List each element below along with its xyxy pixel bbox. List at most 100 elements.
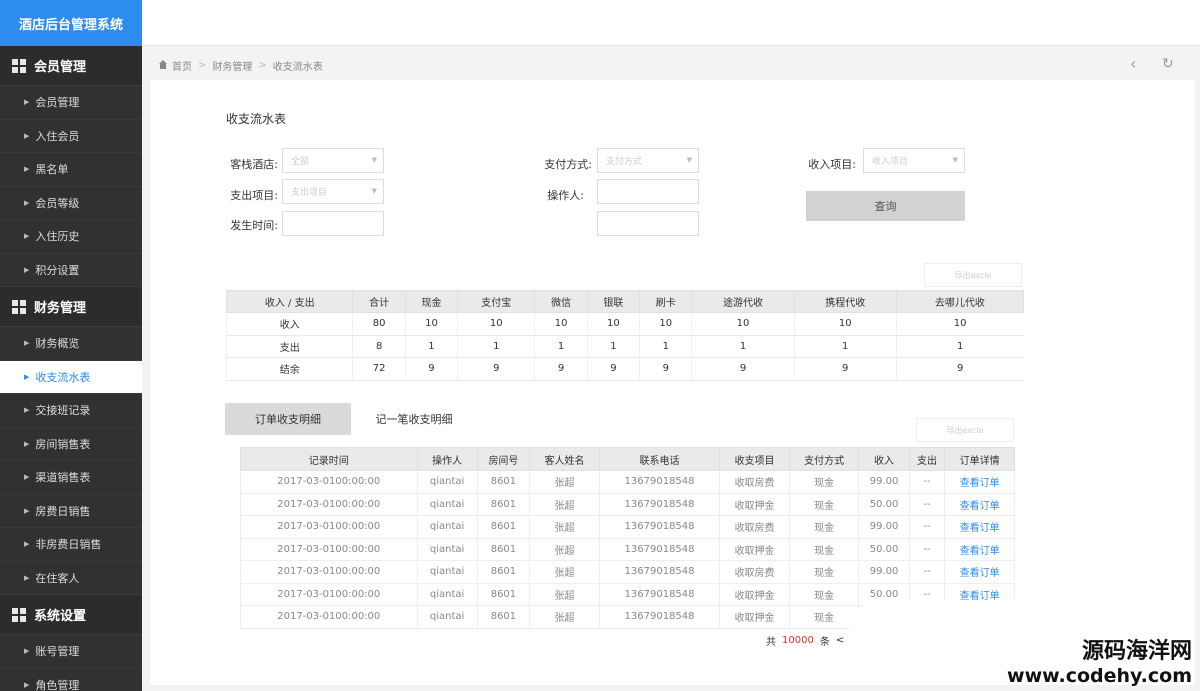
sidebar-group-1[interactable]: 财务管理	[0, 287, 142, 327]
table-cell: qiantai	[416, 537, 478, 561]
sidebar-item[interactable]: ▶ 非房费日销售	[0, 528, 142, 562]
tab-order-detail[interactable]: 订单收支明细	[225, 403, 351, 435]
operator-input[interactable]	[597, 179, 699, 204]
sidebar-item[interactable]: ▶ 账号管理	[0, 635, 142, 669]
breadcrumb-home[interactable]: 首页	[172, 58, 192, 73]
column-header: 记录时间	[240, 447, 418, 471]
home-icon	[158, 60, 168, 70]
pay-method-select[interactable]: 支付方式 ▼	[597, 148, 699, 173]
sidebar-item-label: 非房费日销售	[35, 538, 102, 552]
export-summary-button[interactable]: 导出excle	[924, 263, 1022, 287]
column-header: 途游代收	[691, 290, 795, 313]
sidebar-item[interactable]: ▶ 角色管理	[0, 669, 142, 691]
caret-right-icon: ▶	[24, 198, 30, 207]
table-cell: 2017-03-0100:00:00	[240, 515, 418, 539]
breadcrumb-finance[interactable]: 财务管理	[212, 58, 252, 73]
sidebar-item[interactable]: ▶ 会员管理	[0, 86, 142, 120]
sidebar-item[interactable]: ▶ 入住会员	[0, 120, 142, 153]
view-order-link[interactable]: 查看订单	[944, 515, 1015, 539]
table-cell: 10	[639, 312, 692, 336]
watermark-line-2: www.codehy.com	[1007, 665, 1192, 687]
table-cell: 13679018548	[598, 537, 721, 561]
tab-manual-entry[interactable]: 记一笔收支明细	[351, 403, 477, 435]
sidebar-group-2[interactable]: 系统设置	[0, 595, 142, 635]
caret-right-icon: ▶	[24, 232, 30, 241]
table-cell: qiantai	[416, 515, 478, 539]
column-header: 支付宝	[457, 290, 536, 313]
sidebar-item-label: 入住历史	[35, 230, 80, 244]
table-cell: 9	[639, 357, 692, 381]
table-cell: 13679018548	[598, 492, 721, 516]
chevron-down-icon: ▼	[952, 156, 958, 164]
chevron-down-icon: ▼	[686, 156, 692, 164]
query-button[interactable]: 查询	[806, 191, 965, 221]
table-row: 2017-03-0100:00:00 qiantai 8601 张超 136790185…	[240, 560, 1015, 584]
sidebar-item[interactable]: ▶ 积分设置	[0, 254, 142, 287]
breadcrumb-separator: >	[198, 59, 207, 71]
table-cell: 张超	[529, 515, 600, 539]
table-cell: 13679018548	[598, 605, 721, 629]
sidebar-item[interactable]: ▶ 财务概览	[0, 327, 142, 361]
sidebar-item[interactable]: ▶ 会员等级	[0, 187, 142, 220]
table-cell: 2017-03-0100:00:00	[240, 560, 418, 584]
sidebar-item-label: 黑名单	[35, 163, 69, 177]
sidebar-item[interactable]: ▶ 渠道销售表	[0, 461, 142, 495]
table-cell: 张超	[529, 582, 600, 606]
table-cell: 1	[895, 335, 1024, 358]
table-cell: 8601	[476, 492, 531, 516]
view-order-link[interactable]: 查看订单	[944, 470, 1015, 494]
sidebar-group-0[interactable]: 会员管理	[0, 46, 142, 86]
sidebar-item[interactable]: ▶ 黑名单	[0, 153, 142, 187]
sidebar-item-label: 角色管理	[35, 678, 80, 691]
extra-input[interactable]	[597, 211, 699, 236]
table-cell: 9	[793, 357, 897, 381]
table-cell: 10	[534, 312, 588, 336]
refresh-icon[interactable]: ↻	[1162, 56, 1174, 72]
top-bar: 酒店后台管理系统	[0, 0, 1200, 46]
table-cell: --	[908, 515, 946, 539]
view-order-link[interactable]: 查看订单	[944, 492, 1015, 516]
table-cell: 1	[793, 335, 897, 358]
column-header: 收入	[858, 447, 910, 471]
table-cell: 张超	[529, 605, 600, 629]
income-item-select[interactable]: 收入项目 ▼	[863, 148, 965, 173]
table-cell: 收取房费	[719, 470, 790, 494]
app-logo[interactable]: 酒店后台管理系统	[0, 0, 142, 46]
table-cell: 8601	[476, 470, 531, 494]
table-cell: 收取押金	[719, 492, 790, 516]
export-detail-button[interactable]: 导出excle	[916, 418, 1014, 442]
expense-item-select[interactable]: 支出项目 ▼	[282, 179, 384, 204]
column-header: 联系电话	[598, 447, 721, 471]
caret-right-icon: ▶	[24, 131, 30, 140]
table-cell: 1	[691, 335, 795, 358]
table-cell: 10	[691, 312, 795, 336]
hotel-select[interactable]: 全部 ▼	[282, 148, 384, 173]
table-cell: 9	[404, 357, 458, 381]
table-cell: 现金	[788, 470, 860, 494]
view-order-link[interactable]: 查看订单	[944, 537, 1015, 561]
table-cell: 现金	[788, 560, 860, 584]
view-order-link[interactable]: 查看订单	[944, 560, 1015, 584]
sidebar-item[interactable]: ▶ 交接班记录	[0, 394, 142, 428]
column-header: 收支项目	[719, 447, 790, 471]
table-cell: 9	[457, 357, 535, 381]
table-row: 结余 72 9 9 9 9 9 9 9 9	[225, 357, 1024, 381]
sidebar-item[interactable]: ▶ 房费日销售	[0, 495, 142, 528]
sidebar-item[interactable]: ▶ 入住历史	[0, 220, 142, 254]
sidebar-item[interactable]: ▶ 在住客人	[0, 562, 142, 595]
back-icon[interactable]: ‹	[1130, 54, 1136, 73]
column-header: 房间号	[476, 447, 531, 471]
time-input[interactable]	[282, 211, 384, 236]
expense-item-select-value: 支出项目	[291, 188, 328, 198]
column-header: 合计	[352, 290, 406, 313]
sidebar-item[interactable]: ▶ 收支流水表	[0, 360, 142, 394]
caret-right-icon: ▶	[24, 573, 30, 582]
table-cell: qiantai	[416, 605, 478, 629]
table-cell: 72	[352, 357, 406, 381]
pager-prev-button[interactable]: <	[836, 635, 844, 646]
table-cell: 9	[691, 357, 795, 381]
sidebar-item[interactable]: ▶ 房间销售表	[0, 428, 142, 461]
table-cell: 50.00	[858, 537, 910, 561]
table-row: 2017-03-0100:00:00 qiantai 8601 张超 136790185…	[240, 537, 1015, 561]
sidebar-item-label: 会员等级	[35, 196, 80, 210]
